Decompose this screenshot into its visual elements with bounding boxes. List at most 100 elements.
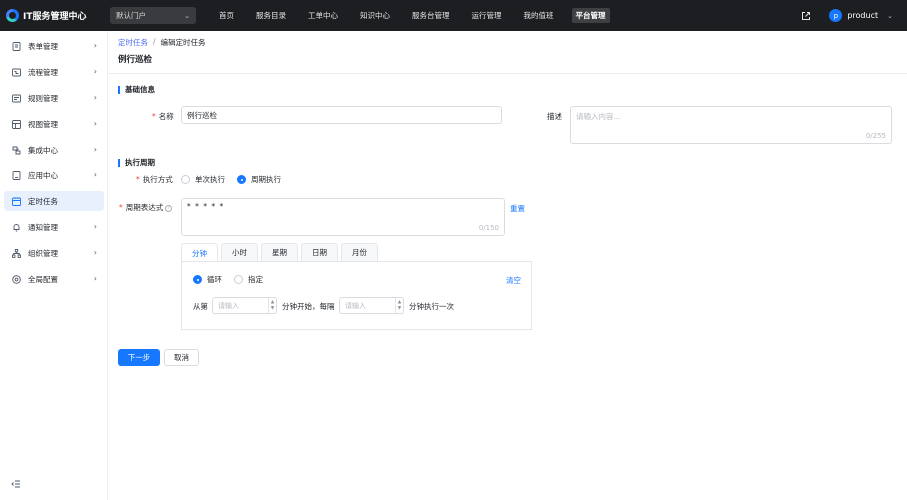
portal-select[interactable]: 默认门户 ⌄ [110, 7, 196, 24]
radio-loop[interactable]: 循环 [193, 274, 222, 285]
name-label: * 名称 [152, 111, 174, 122]
interval-minute-stepper[interactable]: 请输入 ▲ ▼ [339, 297, 404, 314]
radio-unchecked-icon [234, 275, 243, 284]
topnav-service-desk[interactable]: 服务台管理 [408, 8, 454, 23]
sidebar-item-label: 流程管理 [28, 67, 58, 77]
app-logo[interactable]: IT服务管理中心 [6, 9, 102, 22]
collapse-sidebar-icon[interactable] [11, 479, 21, 489]
required-mark: * [152, 112, 156, 121]
cron-expression-char-count: 0/150 [478, 224, 499, 232]
section-title-period: 执行周期 [118, 159, 155, 167]
topnav-platform-admin[interactable]: 平台管理 [571, 8, 610, 23]
topnav-service-catalog[interactable]: 服务目录 [252, 8, 290, 23]
radio-periodic-execution[interactable]: 周期执行 [237, 174, 281, 185]
chevron-right-icon: › [93, 248, 97, 257]
sidebar-item-view[interactable]: 视图管理 › [4, 114, 104, 134]
sidebar-item-notification[interactable]: 通知管理 › [4, 217, 104, 237]
cron-expression-label: * 周期表达式? [119, 202, 173, 213]
radio-specify-label: 指定 [248, 275, 263, 284]
description-label: 描述 [547, 112, 562, 121]
user-name[interactable]: product [847, 11, 878, 20]
radio-single-execution[interactable]: 单次执行 [181, 174, 225, 185]
radio-checked-icon [193, 275, 202, 284]
sidebar-item-label: 视图管理 [28, 119, 58, 129]
top-nav: 首页 服务目录 工单中心 知识中心 服务台管理 运行管理 我的值班 平台管理 [215, 8, 624, 23]
tab-date[interactable]: 日期 [301, 243, 338, 261]
sidebar-item-app[interactable]: 应用中心 › [4, 165, 104, 185]
breadcrumb-link-schedule[interactable]: 定时任务 [118, 37, 148, 48]
reset-button[interactable]: 重置 [510, 203, 525, 214]
sidebar-item-label: 应用中心 [28, 170, 58, 180]
tab-minute[interactable]: 分钟 [181, 243, 218, 262]
bell-icon [12, 223, 21, 232]
sidebar-item-rule[interactable]: 规则管理 › [4, 88, 104, 108]
required-mark: * [136, 175, 140, 184]
form-icon [12, 41, 21, 51]
flow-icon [12, 68, 21, 77]
topnav-ticket-center[interactable]: 工单中心 [304, 8, 342, 23]
topnav-my-duty[interactable]: 我的值班 [520, 8, 558, 23]
description-placeholder: 请输入内容... [576, 112, 621, 121]
radio-periodic-execution-label: 周期执行 [251, 175, 281, 184]
sidebar-item-label: 表单管理 [28, 41, 58, 51]
sidebar-item-organization[interactable]: 组织管理 › [4, 243, 104, 263]
description-textarea[interactable]: 请输入内容... 0/255 [570, 106, 892, 144]
topnav-home[interactable]: 首页 [215, 8, 238, 23]
header-divider [108, 73, 907, 74]
help-icon[interactable]: ? [165, 204, 173, 212]
sidebar-item-schedule[interactable]: 定时任务 [4, 191, 104, 211]
cron-expression-value: * * * * * [187, 202, 225, 211]
chevron-right-icon: › [93, 222, 97, 231]
schedule-icon [12, 197, 21, 206]
interval-suffix-text: 分钟执行一次 [409, 302, 454, 311]
start-minute-stepper[interactable]: 请输入 ▲ ▼ [212, 297, 277, 314]
sidebar-item-global-config[interactable]: 全局配置 › [4, 269, 104, 289]
interval-minute-placeholder: 请输入 [345, 301, 366, 310]
sidebar-item-label: 规则管理 [28, 93, 58, 103]
app-icon [12, 170, 21, 180]
sidebar-item-label: 定时任务 [28, 196, 58, 206]
topnav-operations[interactable]: 运行管理 [468, 8, 506, 23]
avatar[interactable]: p [829, 9, 843, 22]
external-link-icon[interactable] [801, 11, 811, 21]
start-minute-placeholder: 请输入 [218, 301, 239, 310]
view-icon [12, 119, 21, 129]
name-input-value: 例行巡检 [187, 110, 217, 120]
start-suffix-text: 分钟开始，每隔 [282, 302, 335, 311]
chevron-right-icon: › [93, 41, 97, 50]
name-label-text: 名称 [158, 112, 174, 121]
sidebar-item-form[interactable]: 表单管理 › [4, 36, 104, 56]
cron-expression-textarea[interactable]: * * * * * 0/150 [181, 198, 505, 236]
sidebar-item-label: 集成中心 [28, 145, 58, 155]
topnav-knowledge-center[interactable]: 知识中心 [356, 8, 394, 23]
stepper-arrows-icon[interactable]: ▲ ▼ [268, 298, 276, 313]
stepper-arrows-icon[interactable]: ▲ ▼ [395, 298, 403, 313]
chevron-down-icon: ⌄ [184, 11, 190, 20]
sidebar-item-integration[interactable]: 集成中心 › [4, 140, 104, 160]
settings-icon [12, 274, 21, 284]
radio-unchecked-icon [181, 175, 190, 184]
radio-specify[interactable]: 指定 [234, 274, 263, 285]
section-title-basic: 基础信息 [118, 86, 155, 94]
rule-icon [12, 94, 21, 103]
breadcrumb: 定时任务 / 编辑定时任务 [118, 37, 206, 48]
sidebar-item-flow[interactable]: 流程管理 › [4, 62, 104, 82]
sidebar-item-label: 全局配置 [28, 274, 58, 284]
radio-single-execution-label: 单次执行 [195, 175, 225, 184]
name-input[interactable]: 例行巡检 [181, 106, 502, 124]
sidebar-item-label: 通知管理 [28, 222, 58, 232]
integration-icon [12, 146, 21, 155]
radio-checked-icon [237, 175, 246, 184]
cron-expression-label-text: 周期表达式 [125, 203, 164, 212]
minute-tab-panel: 循环 指定 清空 从第 请输入 ▲ ▼ 分钟开始，每隔 请输入 ▲ ▼ 分钟执行一次 [181, 261, 532, 330]
tab-hour[interactable]: 小时 [221, 243, 258, 261]
next-button[interactable]: 下一步 [118, 349, 160, 366]
clear-button[interactable]: 清空 [506, 275, 521, 286]
tab-weekday[interactable]: 星期 [261, 243, 298, 261]
chevron-right-icon: › [93, 67, 97, 76]
chevron-down-icon[interactable]: ⌄ [887, 12, 893, 20]
app-title: IT服务管理中心 [23, 12, 87, 22]
breadcrumb-separator: / [153, 37, 156, 46]
cancel-button[interactable]: 取消 [164, 349, 199, 366]
tab-month[interactable]: 月份 [341, 243, 378, 261]
